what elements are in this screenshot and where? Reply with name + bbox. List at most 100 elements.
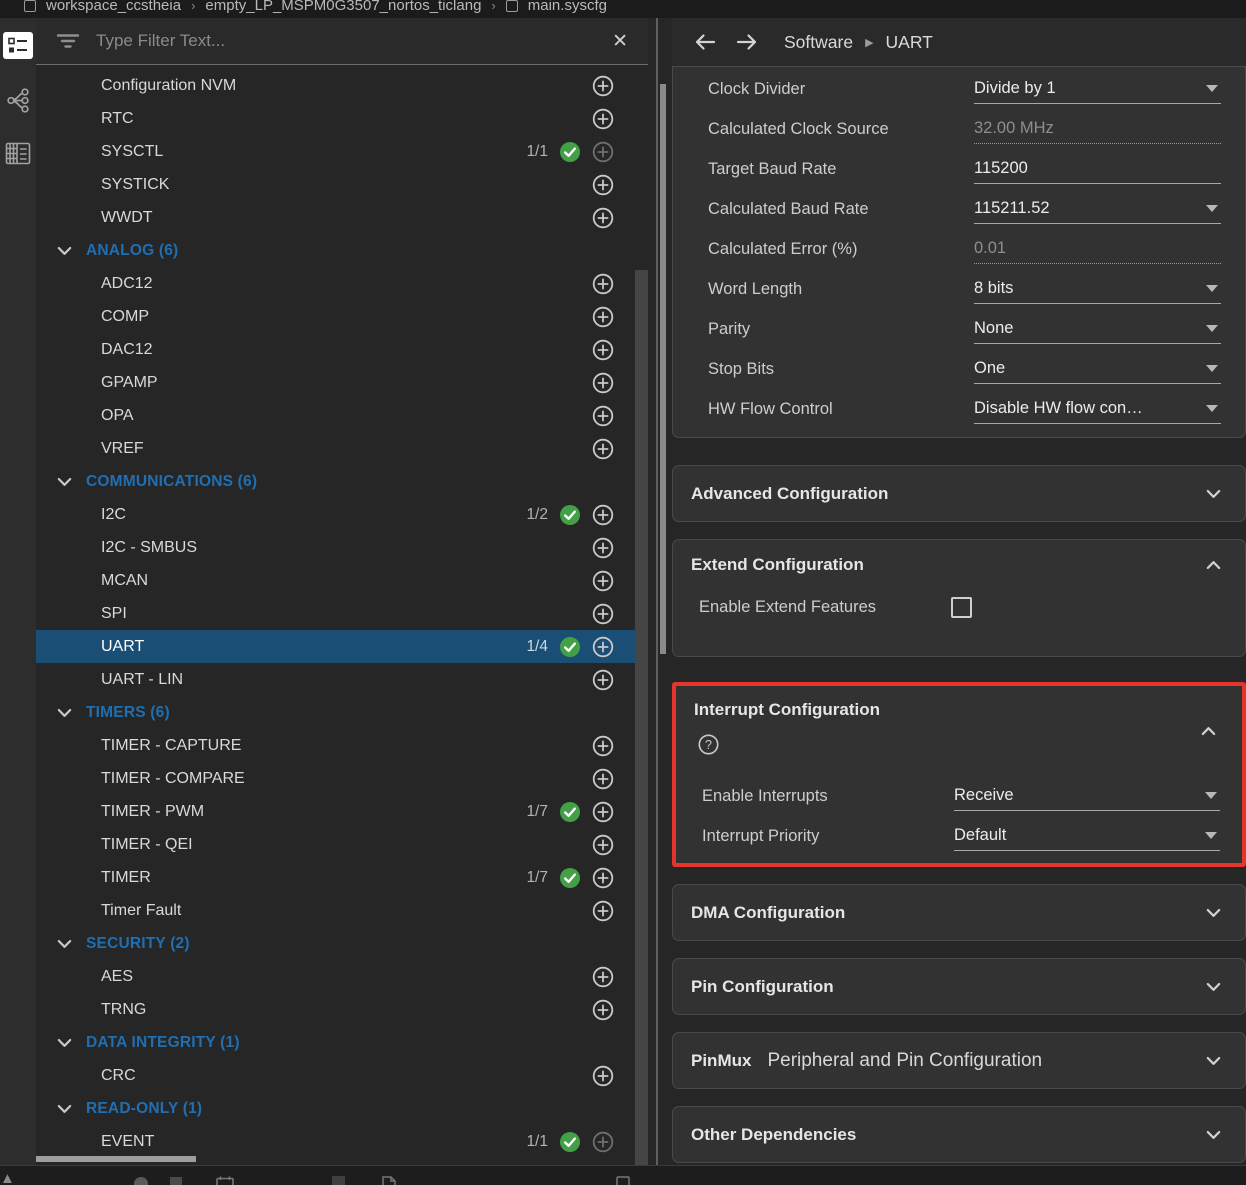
- sidebar-item-configuration-nvm[interactable]: Configuration NVM: [36, 69, 648, 102]
- add-instance-button[interactable]: [592, 999, 614, 1021]
- sidebar-item-gpamp[interactable]: GPAMP: [36, 366, 648, 399]
- filter-input[interactable]: [96, 31, 592, 51]
- section-header-extend-configuration[interactable]: Extend Configuration: [673, 540, 1245, 575]
- add-instance-button[interactable]: [592, 867, 614, 889]
- breadcrumb-file[interactable]: main.syscfg: [528, 0, 607, 14]
- sidebar-item-dac12[interactable]: DAC12: [36, 333, 648, 366]
- dropdown[interactable]: Disable HW flow con…: [974, 394, 1221, 424]
- add-instance-button[interactable]: [592, 603, 614, 625]
- dropdown[interactable]: 8 bits: [974, 274, 1221, 304]
- add-instance-button[interactable]: [592, 207, 614, 229]
- modules-view-icon[interactable]: [3, 32, 33, 59]
- chevron-down-icon[interactable]: [1206, 489, 1221, 499]
- add-instance-button[interactable]: [592, 273, 614, 295]
- dropdown[interactable]: One: [974, 354, 1221, 384]
- add-instance-button[interactable]: [592, 735, 614, 757]
- dropdown[interactable]: Default: [954, 821, 1220, 851]
- sidebar-group-data-integrity-1[interactable]: DATA INTEGRITY (1): [36, 1026, 648, 1059]
- chevron-down-icon[interactable]: [1206, 1056, 1221, 1066]
- section-header-pinmux[interactable]: PinMuxPeripheral and Pin Configuration: [673, 1033, 1245, 1088]
- sidebar-group-security-2[interactable]: SECURITY (2): [36, 927, 648, 960]
- sidebar-item-trng[interactable]: TRNG: [36, 993, 648, 1026]
- help-icon[interactable]: ?: [698, 734, 719, 755]
- sidebar-group-timers-6[interactable]: TIMERS (6): [36, 696, 648, 729]
- sidebar-item-i2c[interactable]: I2C1/2: [36, 498, 648, 531]
- section-header-other-dependencies[interactable]: Other Dependencies: [673, 1107, 1245, 1162]
- sidebar-item-sysctl[interactable]: SYSCTL1/1: [36, 135, 648, 168]
- sidebar-item-systick[interactable]: SYSTICK: [36, 168, 648, 201]
- sidebar-item-timer-capture[interactable]: TIMER - CAPTURE: [36, 729, 648, 762]
- breadcrumb-project[interactable]: empty_LP_MSPM0G3507_nortos_ticlang: [205, 0, 481, 14]
- add-instance-button[interactable]: [592, 504, 614, 526]
- add-instance-button[interactable]: [592, 966, 614, 988]
- dropdown[interactable]: Divide by 1: [974, 74, 1221, 104]
- add-instance-button[interactable]: [592, 438, 614, 460]
- file-icon[interactable]: [382, 1176, 396, 1185]
- chevron-down-icon[interactable]: [1206, 982, 1221, 992]
- sidebar-item-timer-fault[interactable]: Timer Fault: [36, 894, 648, 927]
- section-header-advanced-configuration[interactable]: Advanced Configuration: [673, 466, 1245, 521]
- chevron-down-icon[interactable]: [1206, 1130, 1221, 1140]
- add-instance-button[interactable]: [592, 372, 614, 394]
- add-instance-button[interactable]: [592, 669, 614, 691]
- sidebar-item-spi[interactable]: SPI: [36, 597, 648, 630]
- text-input[interactable]: 115200: [974, 154, 1221, 184]
- add-instance-button[interactable]: [592, 306, 614, 328]
- add-instance-button[interactable]: [592, 339, 614, 361]
- section-header-pin-configuration[interactable]: Pin Configuration: [673, 959, 1245, 1014]
- breadcrumb-workspace[interactable]: workspace_ccstheia: [46, 0, 181, 14]
- chevron-up-icon[interactable]: [1206, 560, 1221, 570]
- dropdown[interactable]: Receive: [954, 781, 1220, 811]
- sidebar-scrollbar[interactable]: [635, 270, 648, 1170]
- clear-filter-icon[interactable]: ✕: [608, 30, 632, 53]
- calendar-icon[interactable]: [216, 1176, 234, 1185]
- add-instance-button[interactable]: [592, 1065, 614, 1087]
- sidebar-item-timer-compare[interactable]: TIMER - COMPARE: [36, 762, 648, 795]
- chip-icon[interactable]: [332, 1176, 345, 1185]
- add-instance-button[interactable]: [592, 537, 614, 559]
- sidebar-horizontal-scrollbar[interactable]: [36, 1156, 196, 1162]
- outline-tree-icon[interactable]: [5, 87, 32, 114]
- add-instance-button[interactable]: [592, 108, 614, 130]
- sidebar-item-rtc[interactable]: RTC: [36, 102, 648, 135]
- add-instance-button[interactable]: [592, 636, 614, 658]
- add-instance-button[interactable]: [592, 405, 614, 427]
- stop-icon[interactable]: [170, 1176, 182, 1185]
- config-scrollbar[interactable]: [660, 84, 666, 654]
- record-circle-icon[interactable]: [133, 1176, 149, 1185]
- chevron-up-icon[interactable]: [1201, 726, 1216, 736]
- add-instance-button[interactable]: [592, 570, 614, 592]
- dropdown[interactable]: None: [974, 314, 1221, 344]
- section-header-dma-configuration[interactable]: DMA Configuration: [673, 885, 1245, 940]
- sidebar-item-vref[interactable]: VREF: [36, 432, 648, 465]
- add-instance-button[interactable]: [592, 768, 614, 790]
- sidebar-item-uart-lin[interactable]: UART - LIN: [36, 663, 648, 696]
- sidebar-item-wwdt[interactable]: WWDT: [36, 201, 648, 234]
- breadcrumb-software[interactable]: Software: [784, 32, 853, 53]
- sidebar-item-opa[interactable]: OPA: [36, 399, 648, 432]
- sidebar-item-aes[interactable]: AES: [36, 960, 648, 993]
- sidebar-group-communications-6[interactable]: COMMUNICATIONS (6): [36, 465, 648, 498]
- sidebar-item-mcan[interactable]: MCAN: [36, 564, 648, 597]
- register-view-icon[interactable]: [5, 142, 31, 165]
- checkbox-unchecked[interactable]: [951, 597, 972, 618]
- window-icon[interactable]: [616, 1176, 630, 1185]
- add-instance-button[interactable]: [592, 834, 614, 856]
- add-instance-button[interactable]: [592, 75, 614, 97]
- forward-arrow-icon[interactable]: [736, 33, 758, 51]
- add-instance-button[interactable]: [592, 900, 614, 922]
- sidebar-group-analog-6[interactable]: ANALOG (6): [36, 234, 648, 267]
- add-instance-button[interactable]: [592, 801, 614, 823]
- section-header-interrupt-configuration[interactable]: Interrupt Configuration: [676, 686, 1242, 720]
- back-arrow-icon[interactable]: [694, 33, 716, 51]
- sidebar-item-i2c-smbus[interactable]: I2C - SMBUS: [36, 531, 648, 564]
- chevron-down-icon[interactable]: [1206, 908, 1221, 918]
- sidebar-item-timer[interactable]: TIMER1/7: [36, 861, 648, 894]
- sidebar-item-timer-pwm[interactable]: TIMER - PWM1/7: [36, 795, 648, 828]
- sidebar-item-timer-qei[interactable]: TIMER - QEI: [36, 828, 648, 861]
- sidebar-item-crc[interactable]: CRC: [36, 1059, 648, 1092]
- sidebar-item-comp[interactable]: COMP: [36, 300, 648, 333]
- sidebar-item-uart[interactable]: UART1/4: [36, 630, 648, 663]
- sidebar-group-read-only-1[interactable]: READ-ONLY (1): [36, 1092, 648, 1125]
- dropdown[interactable]: 115211.52: [974, 194, 1221, 224]
